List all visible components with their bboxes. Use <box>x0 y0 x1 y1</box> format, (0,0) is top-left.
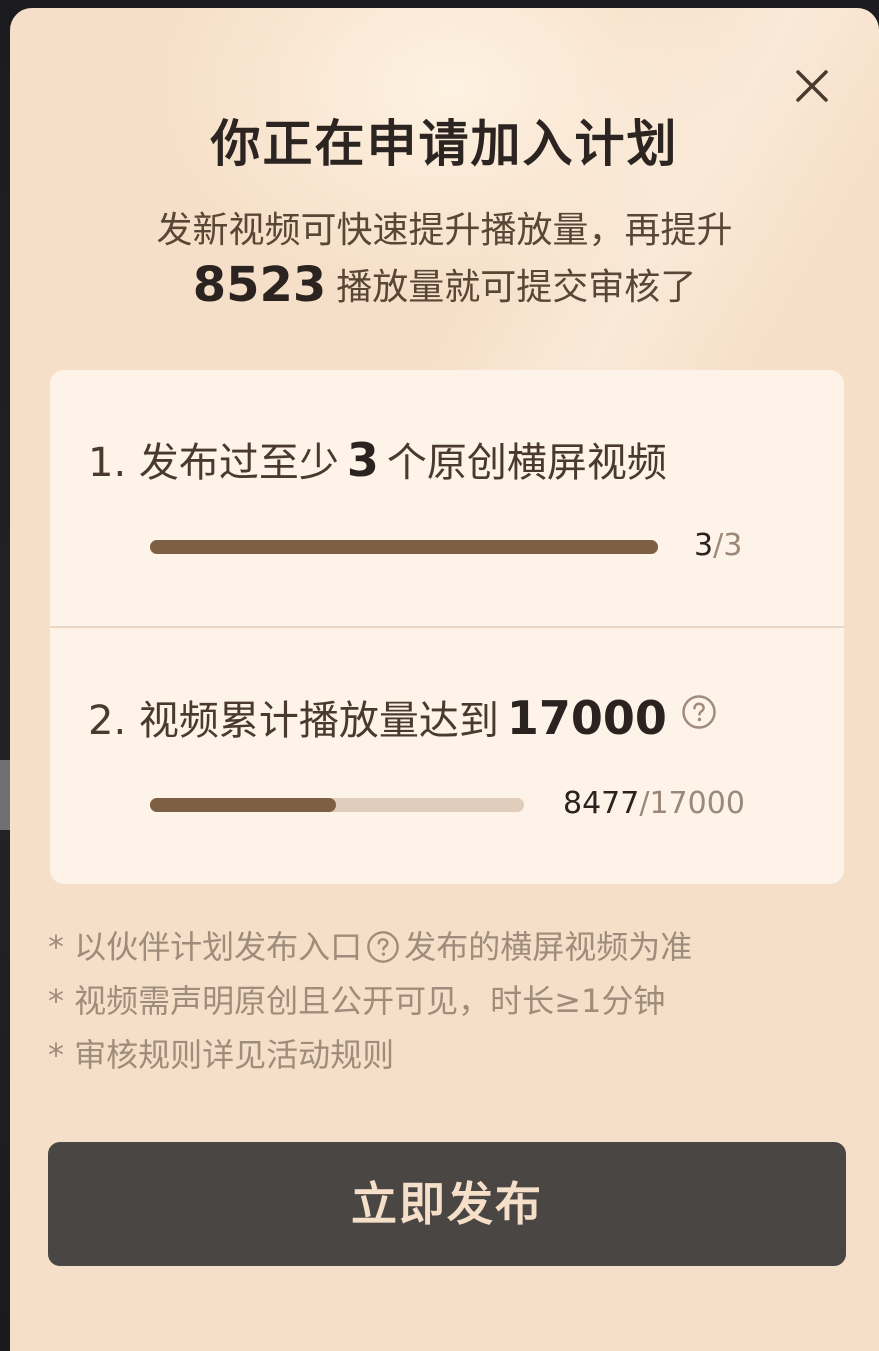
views-progress-count: 8477/17000 <box>563 786 745 821</box>
question-circle-icon <box>682 695 716 729</box>
views-current: 8477 <box>563 786 640 821</box>
videos-progress-track <box>150 540 658 554</box>
requirement-videos-label: 1. 发布过至少 3 个原创横屏视频 <box>88 430 667 488</box>
requirement-views-label: 2. 视频累计播放量达到 17000 <box>88 688 717 746</box>
views-help-button[interactable] <box>681 694 717 730</box>
requirement-views-number: 17000 <box>506 691 667 745</box>
subtitle-line-2: 8523 播放量就可提交审核了 <box>70 258 819 315</box>
requirement-videos-suffix: 个原创横屏视频 <box>386 440 667 486</box>
requirement-videos-number: 3 <box>346 433 379 487</box>
requirement-views-prefix: 2. 视频累计播放量达到 <box>88 698 499 744</box>
dialog-subtitle: 发新视频可快速提升播放量，再提升 8523 播放量就可提交审核了 <box>70 204 819 315</box>
note-original-public: * 视频需声明原创且公开可见，时长≥1分钟 <box>48 982 666 1020</box>
rules-notes: * 以伙伴计划发布入口 发布的横屏视频为准 * 视频需声明原创且公开可见，时长≥… <box>48 920 848 1082</box>
views-progress-track <box>150 798 524 812</box>
views-progress-fill <box>150 798 337 812</box>
remaining-views-count: 8523 <box>192 257 327 313</box>
question-circle-icon <box>367 931 400 963</box>
subtitle-line-1: 发新视频可快速提升播放量，再提升 <box>156 210 733 251</box>
close-button[interactable] <box>790 64 834 108</box>
requirement-card-videos: 1. 发布过至少 3 个原创横屏视频 3/3 <box>50 370 844 628</box>
videos-total: /3 <box>713 528 743 563</box>
videos-progress-count: 3/3 <box>694 528 742 563</box>
requirement-card-views: 2. 视频累计播放量达到 17000 8477/17000 <box>50 628 844 884</box>
background-content-fragment <box>0 760 10 830</box>
dialog-title: 你正在申请加入计划 <box>210 115 679 173</box>
requirement-videos-prefix: 1. 发布过至少 <box>88 440 339 486</box>
note-review-rules: * 审核规则详见活动规则 <box>48 1036 395 1074</box>
videos-current: 3 <box>694 528 714 563</box>
apply-plan-dialog: 你正在申请加入计划 发新视频可快速提升播放量，再提升 8523 播放量就可提交审核… <box>10 8 879 1351</box>
views-total: /17000 <box>639 786 745 821</box>
entry-help-button[interactable] <box>366 930 400 964</box>
videos-progress-fill <box>150 540 658 554</box>
note-entry-source: * 以伙伴计划发布入口 发布的横屏视频为准 <box>48 920 848 974</box>
close-icon <box>796 70 828 102</box>
publish-now-button[interactable]: 立即发布 <box>48 1142 846 1266</box>
note-entry-text-1: * 以伙伴计划发布入口 <box>48 928 363 966</box>
note-entry-text-2: 发布的横屏视频为准 <box>404 928 693 966</box>
subtitle-line-2-text: 播放量就可提交审核了 <box>336 267 697 308</box>
